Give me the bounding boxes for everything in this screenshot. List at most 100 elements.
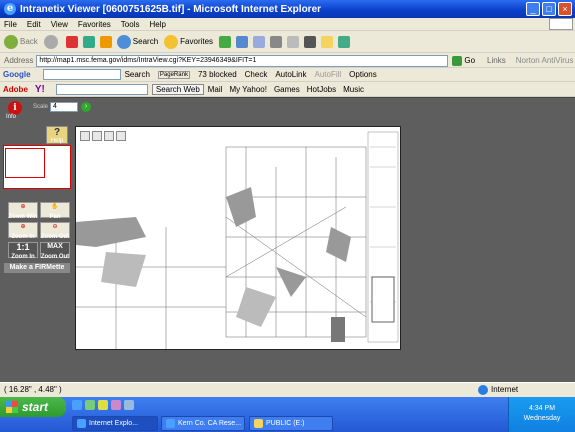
system-tray: 4:34 PM Wednesday (508, 397, 575, 432)
menu-bar: File Edit View Favorites Tools Help (0, 18, 575, 31)
help-label: Help (50, 138, 64, 144)
one-to-one-text: 1:1 (16, 242, 30, 252)
pagerank-indicator[interactable]: PageRank (157, 70, 190, 79)
yahoo-mail-button[interactable]: Mail (208, 85, 223, 94)
taskbar-ie-button[interactable]: Internet Explo... (72, 416, 158, 431)
clock[interactable]: 4:34 PM (509, 405, 575, 412)
search-web-button[interactable]: Search Web (151, 84, 204, 95)
app-quicklaunch-icon[interactable] (111, 400, 121, 410)
go-arrow-icon (452, 55, 463, 66)
zoom-in-label: Zoom In (11, 234, 35, 240)
popup-blocked-count[interactable]: 73 blocked (198, 70, 237, 79)
zone-label: Internet (491, 385, 519, 394)
yahoo-logo[interactable]: Y! (35, 84, 45, 95)
menu-edit[interactable]: Edit (27, 20, 41, 29)
flood-map-drawing (76, 127, 400, 349)
stop-icon[interactable] (65, 35, 78, 48)
messenger-icon[interactable] (338, 35, 351, 48)
autofill-button[interactable]: AutoFill (314, 70, 341, 79)
quick-launch (72, 400, 134, 410)
address-bar: Address http://map1.msc.fema.gov/idms/In… (0, 54, 575, 68)
overview-viewport-box[interactable] (5, 148, 45, 178)
discuss-icon[interactable] (304, 35, 317, 48)
spell-check-button[interactable]: Check (245, 70, 268, 79)
edit-icon[interactable] (287, 35, 300, 48)
close-button[interactable]: × (558, 2, 572, 16)
max-text: MAX (47, 243, 63, 250)
menu-tools[interactable]: Tools (121, 20, 140, 29)
coordinate-readout: ( 16.28" , 4.48" ) (4, 385, 62, 394)
menu-view[interactable]: View (51, 20, 68, 29)
flood-map-image[interactable] (75, 126, 401, 350)
day-label: Wednesday (523, 415, 561, 422)
home-icon[interactable] (99, 35, 112, 48)
menu-file[interactable]: File (4, 20, 17, 29)
scale-label: Scale (33, 104, 49, 110)
scale-go-button[interactable]: › (81, 102, 91, 112)
search-label: Search (132, 37, 159, 46)
hotjobs-button[interactable]: HotJobs (307, 85, 336, 94)
adobe-button[interactable]: Adobe (3, 85, 28, 94)
history-icon[interactable] (236, 35, 249, 48)
save-icon[interactable] (80, 131, 90, 141)
mail-icon[interactable] (253, 35, 266, 48)
refresh-icon[interactable] (82, 35, 95, 48)
taskbar-kern-button[interactable]: Kern Co. CA Rese... (161, 416, 245, 431)
maximize-button[interactable]: □ (542, 2, 556, 16)
google-search-input[interactable] (42, 69, 121, 80)
search-button[interactable]: Search (116, 34, 159, 49)
yahoo-toolbar: Adobe Y! Search Web Mail My Yahoo! Games… (0, 83, 575, 97)
globe-icon (478, 384, 488, 395)
autolink-button[interactable]: AutoLink (275, 70, 306, 79)
music-button[interactable]: Music (343, 85, 364, 94)
forward-button[interactable] (43, 34, 60, 49)
taskbar-public-button[interactable]: PUBLIC (E:) (249, 416, 333, 431)
google-logo[interactable]: Google (3, 70, 31, 79)
address-label: Address (4, 56, 34, 65)
norton-antivirus-button[interactable]: Norton AntiVirus (516, 56, 574, 65)
folder-icon[interactable] (321, 35, 334, 48)
favorites-button[interactable]: Favorites (164, 34, 213, 49)
email-map-icon[interactable] (116, 131, 126, 141)
back-button[interactable]: Back (4, 34, 38, 49)
back-arrow-icon (4, 34, 18, 49)
copy-icon[interactable] (104, 131, 114, 141)
title-bar: e Intranetix Viewer [0600751625B.tif] - … (0, 0, 575, 18)
address-input[interactable]: http://map1.msc.fema.gov/idms/IntraView.… (36, 54, 449, 67)
start-label: start (22, 400, 49, 414)
print-map-icon[interactable] (92, 131, 102, 141)
max-label: Zoom Out (40, 254, 70, 260)
start-button[interactable]: start (0, 397, 66, 417)
games-button[interactable]: Games (274, 85, 300, 94)
ie-task-icon-2 (166, 419, 175, 428)
forward-arrow-icon (43, 34, 58, 49)
options-button[interactable]: Options (349, 70, 377, 79)
menu-favorites[interactable]: Favorites (78, 20, 111, 29)
media-quicklaunch-icon[interactable] (85, 400, 95, 410)
links-button[interactable]: Links (487, 56, 506, 65)
window-title: Intranetix Viewer [0600751625B.tif] - Mi… (20, 3, 322, 15)
task-label-kern: Kern Co. CA Rese... (178, 420, 242, 427)
ie-quicklaunch-icon[interactable] (72, 400, 82, 410)
folder-quicklaunch-icon[interactable] (124, 400, 134, 410)
info-label: Info (6, 114, 17, 120)
yahoo-search-input[interactable] (55, 84, 148, 95)
task-label-public: PUBLIC (E:) (266, 420, 305, 427)
my-yahoo-button[interactable]: My Yahoo! (229, 85, 267, 94)
menu-help[interactable]: Help (149, 20, 165, 29)
scale-input[interactable]: 4 (50, 102, 78, 112)
make-firmette-button[interactable]: Make a FIRMette (4, 263, 70, 273)
map-overview-thumbnail[interactable] (3, 145, 71, 189)
windows-logo-icon (6, 401, 18, 413)
go-label: Go (464, 56, 476, 65)
google-search-button[interactable]: Search (125, 70, 150, 79)
go-button[interactable]: Go (452, 55, 476, 66)
media-icon[interactable] (219, 35, 232, 48)
zoom-out-label: Zoom Out (40, 234, 70, 240)
desktop-quicklaunch-icon[interactable] (98, 400, 108, 410)
info-icon[interactable]: i (8, 101, 22, 115)
star-icon (164, 34, 179, 49)
print-icon[interactable] (270, 35, 283, 48)
minimize-button[interactable]: _ (526, 2, 540, 16)
one-to-one-label: Zoom In (11, 254, 35, 260)
